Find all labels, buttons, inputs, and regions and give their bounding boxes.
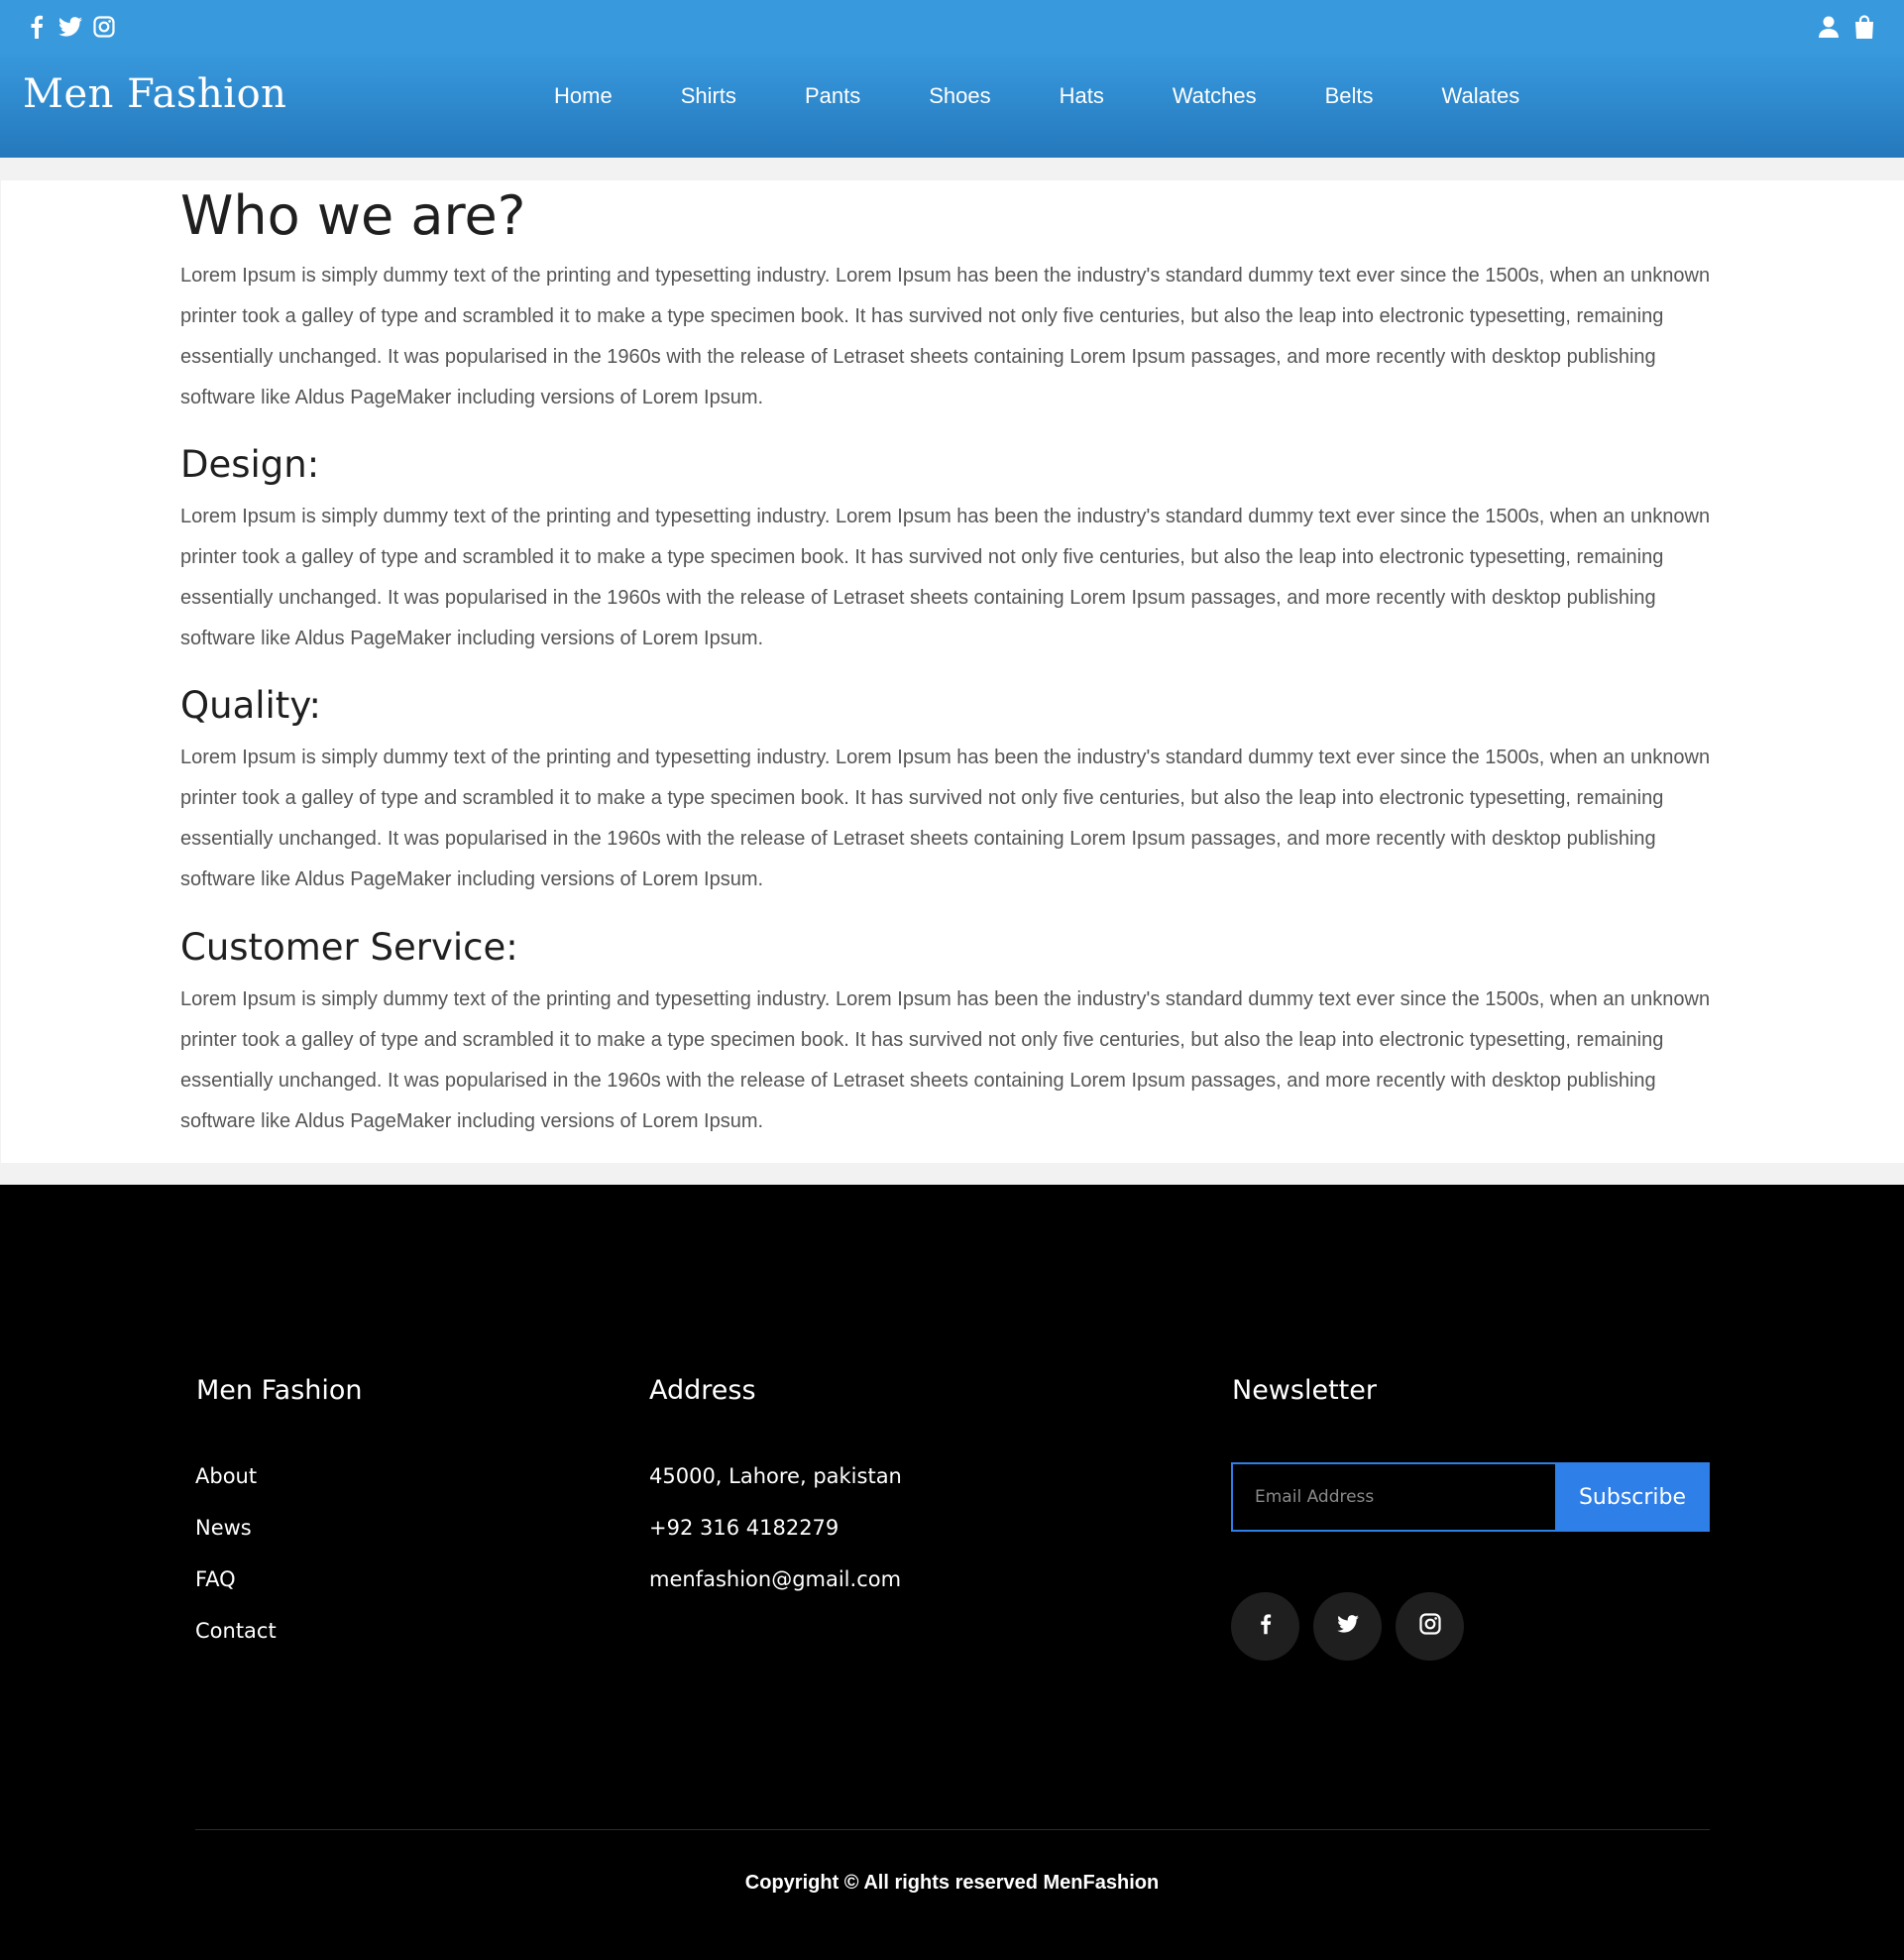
instagram-icon[interactable] (91, 14, 117, 40)
header-account-links (1817, 14, 1876, 40)
subscribe-button[interactable]: Subscribe (1555, 1462, 1710, 1532)
phone-number: +92 316 4182279 (649, 1516, 840, 1540)
newsletter-email-input[interactable] (1231, 1462, 1555, 1532)
about-content: Who we are? Lorem Ipsum is simply dummy … (1, 180, 1904, 1163)
customer-service-text: Lorem Ipsum is simply dummy text of the … (180, 988, 1711, 1132)
site-logo[interactable]: Men Fashion (23, 71, 286, 117)
nav-shirts[interactable]: Shirts (681, 83, 736, 109)
footer-link-about[interactable]: About (195, 1464, 277, 1516)
twitter-icon[interactable] (57, 14, 83, 40)
footer-facebook-button[interactable] (1231, 1592, 1299, 1661)
quality-text: Lorem Ipsum is simply dummy text of the … (180, 747, 1711, 890)
header-social-links (24, 14, 117, 40)
main-nav: Home Shirts Pants Shoes Hats Watches Bel… (554, 83, 1588, 109)
site-header: Men Fashion Home Shirts Pants Shoes Hats… (0, 0, 1904, 158)
copyright-text: Copyright © All rights reserved MenFashi… (744, 1872, 1160, 1894)
footer-address-title: Address (649, 1375, 756, 1406)
design-text: Lorem Ipsum is simply dummy text of the … (180, 506, 1711, 649)
user-icon[interactable] (1817, 14, 1841, 40)
nav-home[interactable]: Home (554, 83, 613, 109)
footer-links: About News FAQ Contact (195, 1464, 277, 1671)
page-title: Who we are? (180, 184, 526, 247)
design-heading: Design: (180, 443, 320, 486)
quality-heading: Quality: (180, 684, 321, 727)
footer-divider (195, 1829, 1710, 1830)
nav-shoes[interactable]: Shoes (929, 83, 990, 109)
who-we-are-text: Lorem Ipsum is simply dummy text of the … (180, 265, 1711, 408)
footer-twitter-button[interactable] (1313, 1592, 1382, 1661)
footer-link-contact[interactable]: Contact (195, 1619, 277, 1671)
facebook-icon[interactable] (24, 14, 50, 40)
nav-hats[interactable]: Hats (1060, 83, 1104, 109)
facebook-icon (1260, 1613, 1272, 1640)
footer-address: 45000, Lahore, pakistan +92 316 4182279 … (649, 1464, 902, 1619)
email-address: menfashion@gmail.com (649, 1567, 902, 1591)
site-footer: Men Fashion About News FAQ Contact Addre… (0, 1185, 1904, 1960)
footer-instagram-button[interactable] (1396, 1592, 1464, 1661)
twitter-icon (1336, 1615, 1359, 1638)
newsletter-form: Subscribe (1231, 1462, 1710, 1532)
nav-watches[interactable]: Watches (1173, 83, 1257, 109)
nav-pants[interactable]: Pants (805, 83, 860, 109)
footer-social-links (1231, 1592, 1464, 1661)
footer-brand-title: Men Fashion (196, 1375, 363, 1406)
address-line: 45000, Lahore, pakistan (649, 1464, 902, 1488)
customer-service-heading: Customer Service: (180, 926, 518, 969)
shopping-bag-icon[interactable] (1852, 14, 1876, 40)
footer-link-faq[interactable]: FAQ (195, 1567, 277, 1619)
instagram-icon (1418, 1613, 1441, 1640)
footer-newsletter-title: Newsletter (1232, 1375, 1377, 1406)
nav-walates[interactable]: Walates (1442, 83, 1520, 109)
nav-belts[interactable]: Belts (1325, 83, 1374, 109)
footer-link-news[interactable]: News (195, 1516, 277, 1567)
